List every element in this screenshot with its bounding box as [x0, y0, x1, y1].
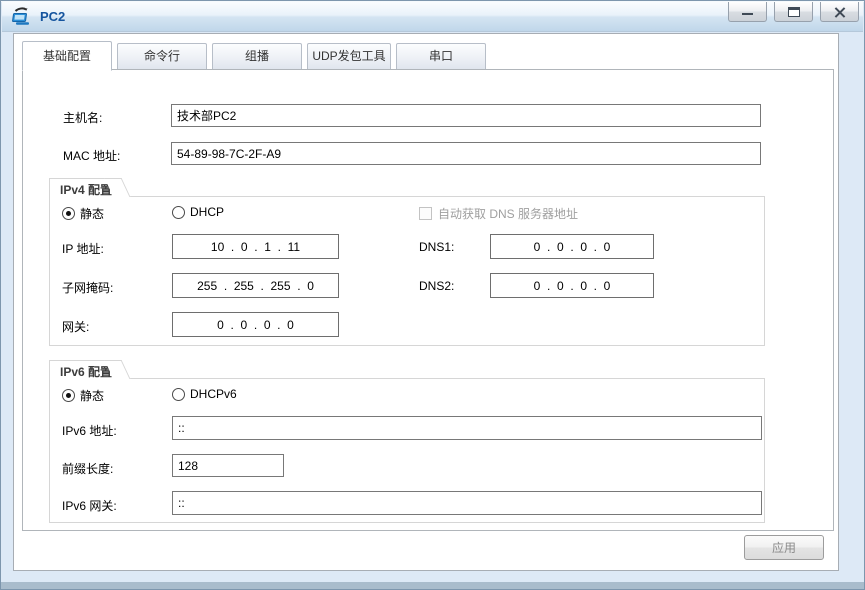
tab-serial[interactable]: 串口 — [396, 43, 486, 70]
window-controls — [728, 2, 859, 22]
ipv6-gateway-input[interactable] — [172, 491, 762, 515]
ipv4-group-title: IPv4 配置 — [49, 178, 119, 197]
radio-icon — [172, 387, 185, 401]
ipv6-address-input[interactable] — [172, 416, 762, 440]
hostname-label: 主机名: — [63, 111, 103, 125]
ipv6-static-radio[interactable]: 静态 — [62, 387, 104, 404]
close-icon — [834, 6, 846, 18]
main-panel: 基础配置 命令行 组播 UDP发包工具 串口 主机名: MAC 地址: IPv4… — [13, 33, 839, 571]
dns-auto-checkbox[interactable]: 自动获取 DNS 服务器地址 — [419, 205, 578, 222]
pc-icon — [12, 7, 29, 25]
minimize-button[interactable] — [728, 2, 767, 22]
gateway-input[interactable] — [172, 312, 339, 337]
ipv4-dhcp-label: DHCP — [190, 205, 225, 219]
subnet-mask-input[interactable] — [172, 273, 339, 298]
dns2-label: DNS2: — [419, 279, 455, 293]
apply-button[interactable]: 应用 — [744, 535, 824, 560]
tab-command-line[interactable]: 命令行 — [117, 43, 207, 70]
radio-icon — [62, 389, 75, 402]
tab-multicast[interactable]: 组播 — [212, 43, 302, 70]
dns1-input[interactable] — [490, 234, 654, 259]
ipv6-group: IPv6 配置 静态 DHCPv6 IPv6 地址: 前缀长度: IPv6 网关… — [49, 360, 765, 523]
subnet-mask-label: 子网掩码: — [62, 281, 114, 295]
dns2-input[interactable] — [490, 273, 654, 298]
ipv6-static-label: 静态 — [80, 389, 105, 403]
ipv6-gateway-label: IPv6 网关: — [62, 499, 117, 513]
ipv6-dhcpv6-radio[interactable]: DHCPv6 — [172, 387, 237, 401]
ipv4-dhcp-radio[interactable]: DHCP — [172, 205, 224, 219]
minimize-icon — [742, 12, 753, 15]
ipv4-group: IPv4 配置 静态 DHCP 自动获取 DNS 服务器地址 IP 地址: DN… — [49, 178, 765, 346]
dns-auto-label: 自动获取 DNS 服务器地址 — [438, 207, 579, 221]
mac-label: MAC 地址: — [63, 149, 121, 163]
ipv6-address-label: IPv6 地址: — [62, 424, 117, 438]
pc-config-window: PC2 基础配置 命令行 组播 UDP发包工具 串口 主机名: MAC 地址: — [0, 0, 865, 590]
prefix-length-label: 前缀长度: — [62, 462, 114, 476]
maximize-button[interactable] — [774, 2, 813, 22]
tab-basic-config[interactable]: 基础配置 — [22, 41, 112, 71]
ip-address-label: IP 地址: — [62, 242, 104, 256]
checkbox-icon — [419, 207, 432, 220]
title-bar[interactable]: PC2 — [2, 2, 863, 32]
ip-address-input[interactable] — [172, 234, 339, 259]
title-group: PC2 — [12, 7, 65, 26]
ipv4-static-radio[interactable]: 静态 — [62, 205, 104, 222]
maximize-icon — [787, 6, 800, 17]
window-title: PC2 — [40, 9, 66, 24]
mac-input[interactable] — [171, 142, 761, 165]
gateway-label: 网关: — [62, 320, 90, 334]
ipv4-static-label: 静态 — [80, 207, 105, 221]
radio-icon — [172, 205, 185, 219]
ipv6-group-title: IPv6 配置 — [49, 360, 119, 379]
close-button[interactable] — [820, 2, 859, 22]
basic-config-pane: 主机名: MAC 地址: IPv4 配置 静态 DHCP 自动获取 DNS 服务 — [22, 69, 834, 531]
radio-icon — [62, 207, 75, 220]
tab-udp-tool[interactable]: UDP发包工具 — [307, 43, 391, 70]
prefix-length-input[interactable] — [172, 454, 284, 477]
hostname-input[interactable] — [171, 104, 761, 127]
dns1-label: DNS1: — [419, 240, 455, 254]
ipv6-dhcpv6-label: DHCPv6 — [190, 387, 237, 401]
